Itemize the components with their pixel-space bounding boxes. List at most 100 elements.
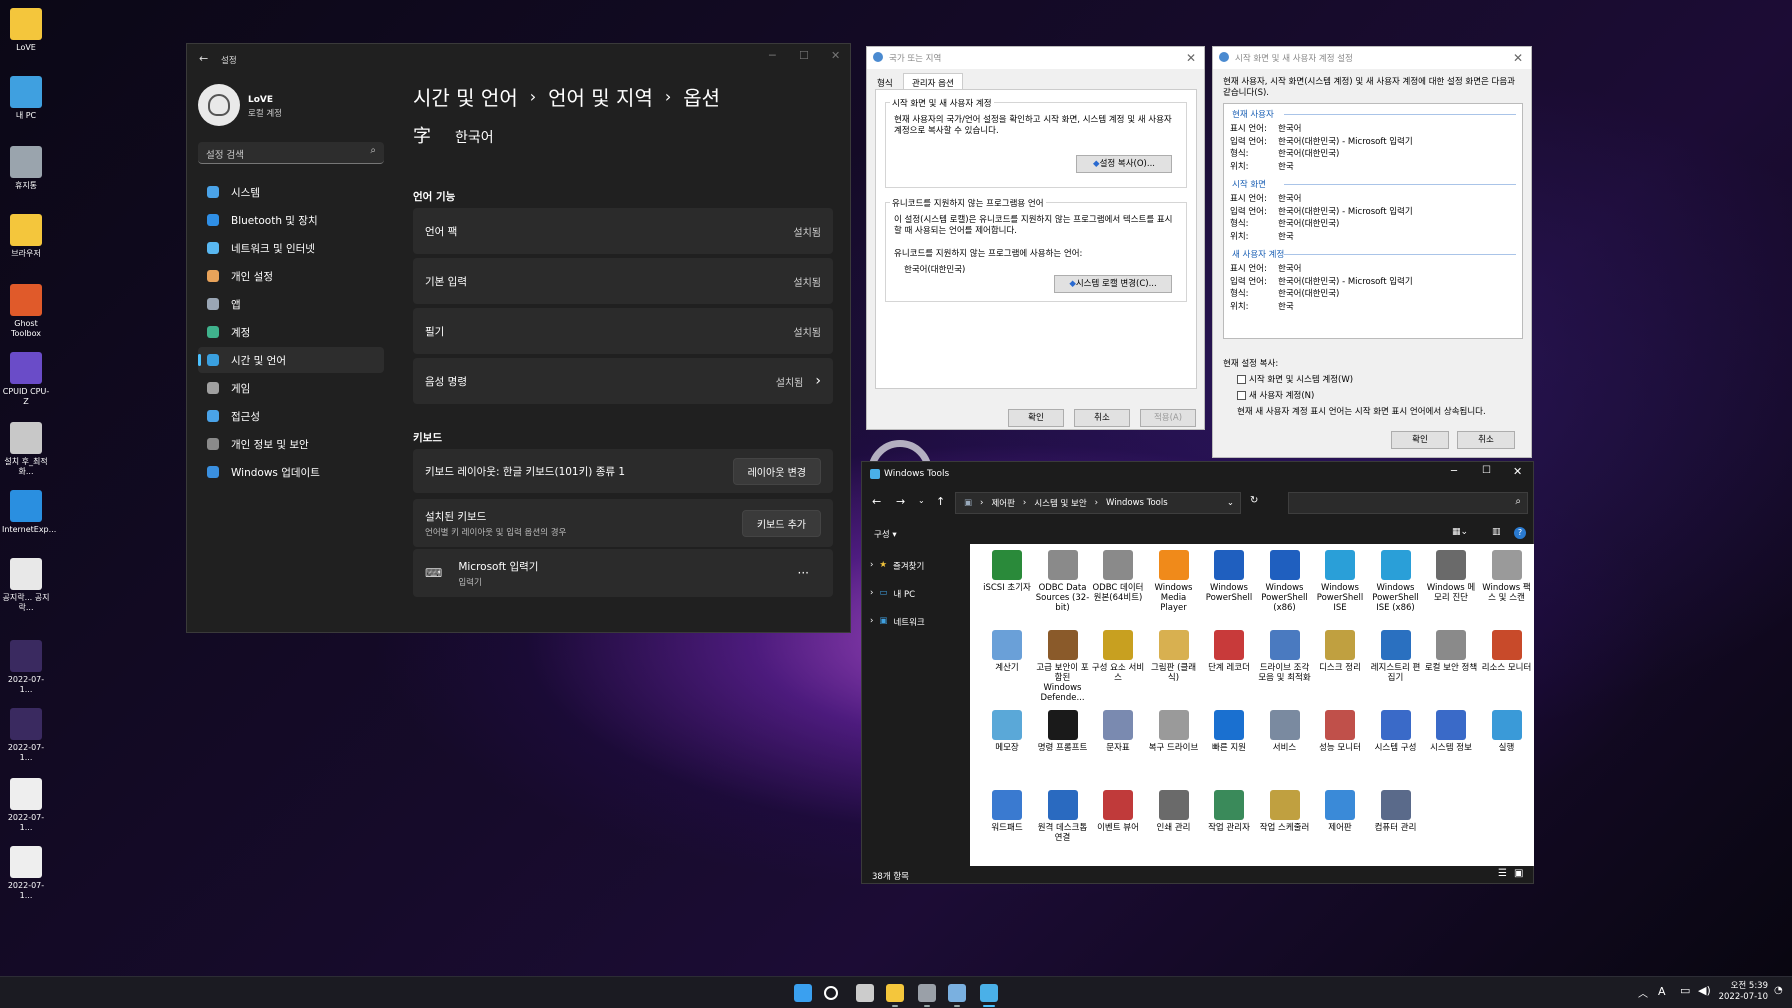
tool-item[interactable]: iSCSI 초기자 [980,550,1034,593]
tool-item[interactable]: 인쇄 관리 [1147,790,1201,833]
breadcrumb-item[interactable]: 언어 및 지역 [548,82,653,111]
preview-pane-icon[interactable]: ▥ [1492,527,1501,537]
tool-item[interactable]: 리소스 모니터 [1480,630,1534,673]
details-view-icon[interactable]: ☰ [1498,868,1507,879]
tool-item[interactable]: Windows PowerShell [1202,550,1256,603]
tool-item[interactable]: 디스크 정리 [1313,630,1367,673]
tool-item[interactable]: 문자표 [1091,710,1145,753]
clock[interactable]: 오전 5:39 2022-07-10 [1716,981,1768,1003]
refresh-button[interactable]: ↻ [1250,495,1258,506]
close-button[interactable]: ✕ [1513,51,1523,65]
close-button[interactable]: ✕ [1186,51,1196,65]
desktop-icon[interactable]: 내 PC [2,76,50,121]
tool-item[interactable]: Windows PowerShell ISE [1313,550,1367,613]
forward-button[interactable]: → [896,495,905,508]
nav-item[interactable]: Windows 업데이트 [198,459,384,485]
tool-item[interactable]: 명령 프롬프트 [1036,710,1090,753]
ok-button[interactable]: 확인 [1008,409,1064,427]
tool-item[interactable]: ODBC 데이터 원본(64비트) [1091,550,1145,603]
feature-card[interactable]: 필기 설치됨 [413,308,833,354]
feature-card[interactable]: 기본 입력 설치됨 [413,258,833,304]
tool-item[interactable]: 복구 드라이브 [1147,710,1201,753]
tool-item[interactable]: 단계 레코더 [1202,630,1256,673]
minimize-button[interactable]: ─ [1451,466,1457,477]
desktop-icon[interactable]: 공지락... 공지락... [2,558,50,613]
nav-item[interactable]: 개인 정보 및 보안 [198,431,384,457]
tool-item[interactable]: Windows PowerShell (x86) [1258,550,1312,613]
chevron-down-icon[interactable]: ⌄ [1227,498,1234,508]
tool-item[interactable]: 성능 모니터 [1313,710,1367,753]
cancel-button[interactable]: 취소 [1074,409,1130,427]
maximize-button[interactable]: ☐ [799,49,809,62]
copy-settings-button[interactable]: ◆설정 복사(O)... [1076,155,1172,173]
tool-item[interactable]: Windows PowerShell ISE (x86) [1369,550,1423,613]
nav-item-favorites[interactable]: › ★ 즐겨찾기 [870,560,924,572]
tool-item[interactable]: 드라이브 조각 모음 및 최적화 [1258,630,1312,683]
tool-item[interactable]: 로컬 보안 정책 [1424,630,1478,673]
desktop-icon[interactable]: 브라우저 [2,214,50,259]
nav-item[interactable]: 네트워크 및 인터넷 [198,235,384,261]
path-item[interactable]: 시스템 및 보안 [1034,497,1086,509]
search-input[interactable]: ⌕ [1288,492,1528,514]
tool-item[interactable]: 원격 데스크톱 연결 [1036,790,1090,843]
nav-item[interactable]: 앱 [198,291,384,317]
tab-format[interactable]: 형식 [877,77,893,89]
change-layout-button[interactable]: 레이아웃 변경 [732,457,821,485]
checkbox-icon[interactable] [1237,390,1246,400]
checkbox-welcome[interactable]: 시작 화면 및 시스템 계정(W) [1237,373,1353,385]
start-icon[interactable] [794,984,812,1002]
desktop-icon[interactable]: 설치 후_최적화... [2,422,50,477]
tool-item[interactable]: 그림판 (클래식) [1147,630,1201,683]
tool-item[interactable]: 컴퓨터 관리 [1369,790,1423,833]
tool-item[interactable]: Windows 메모리 진단 [1424,550,1478,603]
nav-item[interactable]: 계정 [198,319,384,345]
help-icon[interactable]: ? [1514,527,1526,539]
up-button[interactable]: ↑ [936,495,945,508]
tool-item[interactable]: Windows 팩스 및 스캔 [1480,550,1534,603]
ime-indicator[interactable]: A [1658,985,1666,998]
tool-item[interactable]: 메모장 [980,710,1034,753]
nav-item[interactable]: 게임 [198,375,384,401]
tool-item[interactable]: 빠른 지원 [1202,710,1256,753]
tool-item[interactable]: 고급 보안이 포함된 Windows Defende... [1036,630,1090,703]
maximize-button[interactable]: ☐ [1482,465,1491,476]
tool-item[interactable]: 이벤트 뷰어 [1091,790,1145,833]
tool-item[interactable]: 작업 스케줄러 [1258,790,1312,833]
change-locale-button[interactable]: ◆시스템 로캘 변경(C)... [1054,275,1172,293]
desktop-icon[interactable]: 2022-07-1... [2,846,50,901]
address-bar[interactable]: ▣ › 제어판 › 시스템 및 보안 › Windows Tools ⌄ [955,492,1241,514]
settings-icon[interactable] [918,984,936,1002]
tool-item[interactable]: 작업 관리자 [1202,790,1256,833]
apply-button[interactable]: 적용(A) [1140,409,1196,427]
search-box[interactable]: 설정 검색 ⌕ [198,142,384,164]
back-button[interactable]: ← [872,495,881,508]
avatar[interactable] [198,84,240,126]
more-options-button[interactable]: ··· [798,566,809,580]
tool-item[interactable]: 구성 요소 서비스 [1091,630,1145,683]
view-options-icon[interactable]: ▦⌄ [1452,527,1468,537]
tool-item[interactable]: 서비스 [1258,710,1312,753]
desktop-icon[interactable]: 2022-07-1... [2,640,50,695]
ok-button[interactable]: 확인 [1391,431,1449,449]
checkbox-icon[interactable] [1237,374,1246,384]
nav-item[interactable]: 개인 설정 [198,263,384,289]
desktop-icon[interactable]: Ghost Toolbox [2,284,50,339]
desktop-icon[interactable]: 2022-07-1... [2,778,50,833]
feature-card[interactable]: 음성 명령 설치됨 › [413,358,833,404]
tool-item[interactable]: 시스템 정보 [1424,710,1478,753]
tool-item[interactable]: ODBC Data Sources (32-bit) [1036,550,1090,613]
recent-dropdown[interactable]: ⌄ [918,496,925,505]
tool-item[interactable]: 레지스트리 편집기 [1369,630,1423,683]
notification-icon[interactable]: ◔ [1774,985,1783,996]
nav-item[interactable]: 접근성 [198,403,384,429]
large-icons-view-icon[interactable]: ▣ [1514,868,1523,879]
volume-icon[interactable]: ◀) [1698,984,1711,997]
close-button[interactable]: ✕ [831,49,840,62]
search-input[interactable]: 설정 검색 [206,147,244,161]
back-arrow-icon[interactable]: ← [199,52,208,65]
desktop-icon[interactable]: 휴지통 [2,146,50,191]
add-keyboard-button[interactable]: 키보드 추가 [741,509,821,537]
desktop-icon[interactable]: InternetExp... [2,490,56,535]
language-icon[interactable] [948,984,966,1002]
tool-item[interactable]: 시스템 구성 [1369,710,1423,753]
